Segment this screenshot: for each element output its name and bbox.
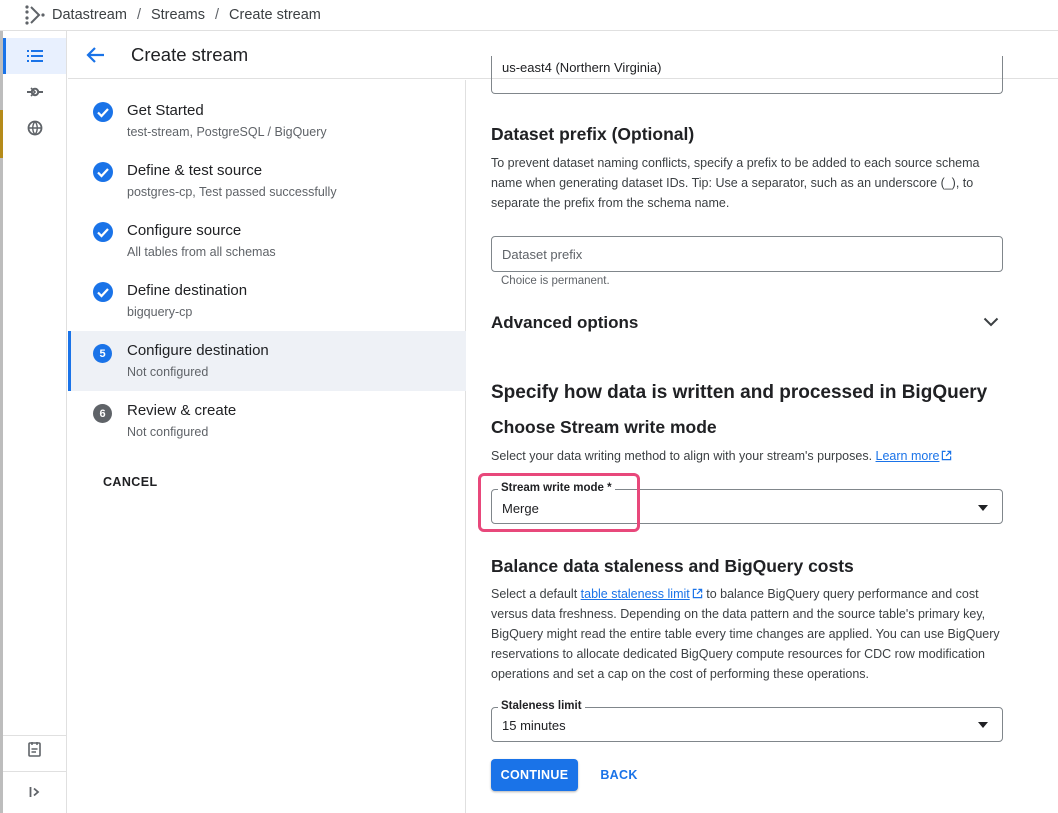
- rail-divider: [3, 771, 66, 772]
- step-title: Configure destination: [127, 342, 269, 359]
- staleness-description: Select a default table staleness limit t…: [491, 584, 1003, 684]
- region-value: us-east4 (Northern Virginia): [502, 60, 662, 75]
- advanced-options-toggle[interactable]: Advanced options: [491, 313, 638, 333]
- write-section-heading: Specify how data is written and processe…: [491, 382, 988, 403]
- dataset-prefix-description: To prevent dataset naming conflicts, spe…: [491, 156, 980, 210]
- check-circle-icon: [93, 102, 113, 122]
- back-arrow-icon[interactable]: [84, 43, 108, 67]
- stepper: Get Started test-stream, PostgreSQL / Bi…: [68, 80, 466, 813]
- cancel-button[interactable]: CANCEL: [103, 475, 157, 489]
- breadcrumb-datastream[interactable]: Datastream: [52, 7, 127, 23]
- step-subtitle: Not configured: [127, 425, 209, 439]
- dropdown-caret-icon: [978, 505, 988, 511]
- continue-button[interactable]: CONTINUE: [491, 759, 578, 791]
- breadcrumb-separator: /: [136, 7, 141, 23]
- page-title: Create stream: [131, 43, 249, 65]
- connection-icon: [26, 87, 43, 97]
- step-subtitle: postgres-cp, Test passed successfully: [127, 185, 337, 199]
- table-staleness-link[interactable]: table staleness limit: [581, 587, 690, 601]
- chevron-down-icon[interactable]: [983, 317, 999, 327]
- step-number: 6: [93, 404, 112, 423]
- write-mode-description-text: Select your data writing method to align…: [491, 449, 873, 463]
- nav-rail: [3, 31, 67, 813]
- step-title: Review & create: [127, 402, 237, 419]
- rail-item-connection-profiles[interactable]: [3, 74, 66, 110]
- staleness-heading: Balance data staleness and BigQuery cost…: [491, 556, 854, 576]
- step-subtitle: bigquery-cp: [127, 305, 193, 319]
- check-circle-icon: [93, 162, 113, 182]
- breadcrumb-separator: /: [214, 7, 220, 23]
- dataset-prefix-heading: Dataset prefix (Optional): [491, 124, 695, 144]
- region-select[interactable]: us-east4 (Northern Virginia): [491, 56, 1003, 94]
- staleness-text-after: to balance BigQuery query performance an…: [491, 587, 1000, 681]
- rail-item-streams[interactable]: [3, 38, 66, 74]
- learn-more-link[interactable]: Learn more: [876, 449, 940, 463]
- step-review-create[interactable]: 6 Review & create Not configured: [68, 391, 466, 451]
- step-title: Configure source: [127, 222, 242, 239]
- step-title: Get Started: [127, 102, 204, 119]
- step-configure-destination[interactable]: 5 Configure destination Not configured: [68, 331, 466, 391]
- step-subtitle: Not configured: [127, 365, 209, 379]
- step-define-source[interactable]: Define & test source postgres-cp, Test p…: [68, 140, 466, 200]
- globe-icon: [27, 120, 42, 136]
- external-link-icon: [942, 450, 952, 461]
- staleness-text-before: Select a default: [491, 587, 578, 601]
- breadcrumb-create-stream: Create stream: [229, 7, 321, 23]
- expand-icon: [29, 787, 39, 797]
- datastream-logo-icon: [22, 3, 46, 27]
- back-button[interactable]: BACK: [591, 759, 647, 791]
- rail-item-private-connectivity[interactable]: [3, 110, 66, 146]
- step-subtitle: All tables from all schemas: [127, 245, 276, 259]
- step-title: Define & test source: [127, 162, 263, 179]
- check-circle-icon: [93, 222, 113, 242]
- staleness-limit-label: Staleness limit: [498, 700, 585, 712]
- staleness-limit-select[interactable]: Staleness limit 15 minutes: [491, 700, 1003, 742]
- external-link-icon: [692, 588, 702, 599]
- check-circle-icon: [93, 282, 113, 302]
- rail-expand-button[interactable]: [3, 774, 66, 810]
- dropdown-caret-icon: [978, 722, 988, 728]
- breadcrumb: Datastream / Streams / Create stream: [0, 0, 1058, 31]
- step-configure-source[interactable]: Configure source All tables from all sch…: [68, 200, 466, 260]
- notes-icon: [27, 742, 41, 757]
- list-icon: [26, 50, 43, 62]
- write-mode-heading: Choose Stream write mode: [491, 417, 717, 437]
- write-mode-description: Select your data writing method to align…: [491, 446, 1003, 466]
- rail-item-release-notes[interactable]: [3, 731, 66, 767]
- dataset-prefix-helper: Choice is permanent.: [501, 275, 610, 287]
- highlight-annotation: [478, 473, 640, 532]
- step-title: Define destination: [127, 282, 248, 299]
- staleness-limit-value: 15 minutes: [502, 718, 566, 733]
- step-get-started[interactable]: Get Started test-stream, PostgreSQL / Bi…: [68, 80, 466, 140]
- dataset-prefix-placeholder: Dataset prefix: [502, 247, 583, 262]
- dataset-prefix-input[interactable]: Dataset prefix: [491, 236, 1003, 272]
- step-define-destination[interactable]: Define destination bigquery-cp: [68, 260, 466, 320]
- breadcrumb-streams[interactable]: Streams: [151, 7, 205, 23]
- step-number: 5: [93, 344, 112, 363]
- step-subtitle: test-stream, PostgreSQL / BigQuery: [127, 125, 327, 139]
